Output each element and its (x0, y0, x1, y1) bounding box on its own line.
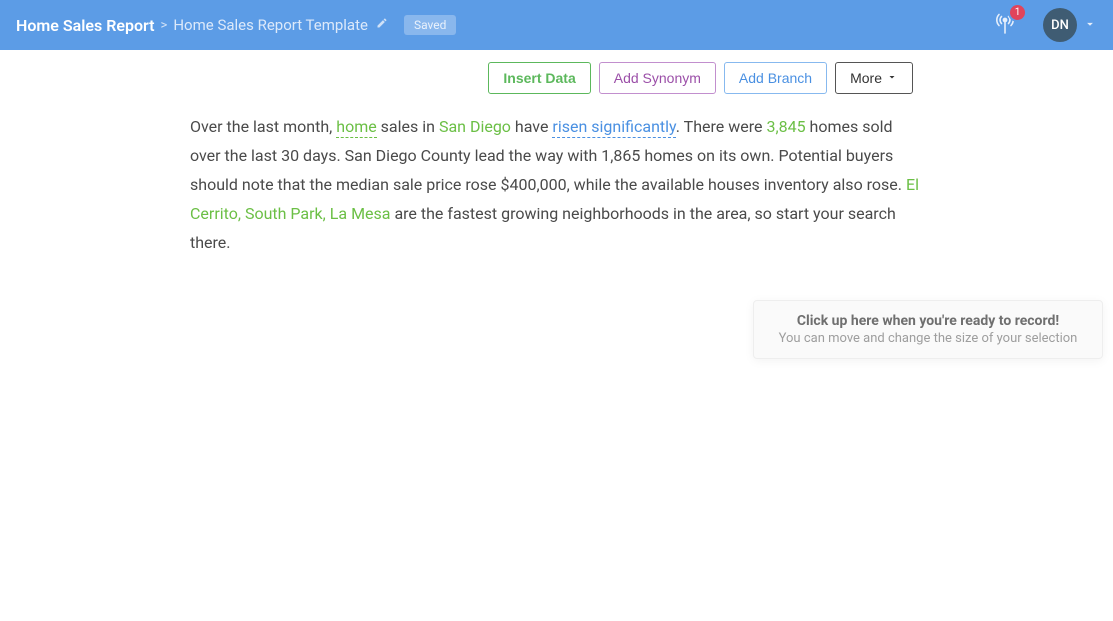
breadcrumb: Home Sales Report > Home Sales Report Te… (16, 15, 456, 35)
insert-data-button[interactable]: Insert Data (488, 62, 590, 94)
text-run: sales in (377, 117, 439, 136)
avatar[interactable]: DN (1043, 8, 1077, 42)
hint-title: Click up here when you're ready to recor… (770, 313, 1086, 329)
editor-toolbar: Insert Data Add Synonym Add Branch More (0, 50, 1113, 104)
breadcrumb-root[interactable]: Home Sales Report (16, 16, 155, 35)
add-synonym-button[interactable]: Add Synonym (599, 62, 716, 94)
saved-badge: Saved (404, 15, 456, 35)
data-token-count[interactable]: 3,845 (766, 117, 805, 136)
more-button[interactable]: More (835, 62, 913, 94)
recording-hint-tooltip: Click up here when you're ready to recor… (753, 300, 1103, 359)
broadcast-button[interactable]: 1 (993, 11, 1017, 39)
antenna-icon (993, 20, 1017, 39)
text-run: . There were (676, 117, 767, 136)
notification-badge: 1 (1010, 5, 1025, 20)
text-run: Over the last month, (190, 117, 336, 136)
pencil-icon[interactable] (376, 17, 388, 33)
more-label: More (850, 70, 882, 86)
document-body[interactable]: Over the last month, home sales in San D… (0, 104, 1113, 257)
data-token-san-diego[interactable]: San Diego (439, 117, 511, 136)
synonym-token-home[interactable]: home (336, 117, 376, 138)
branch-token-risen[interactable]: risen significantly (552, 117, 675, 138)
breadcrumb-current[interactable]: Home Sales Report Template (173, 16, 368, 34)
chevron-down-icon (886, 71, 898, 86)
add-branch-button[interactable]: Add Branch (724, 62, 827, 94)
chevron-down-icon[interactable] (1083, 16, 1097, 35)
app-header: Home Sales Report > Home Sales Report Te… (0, 0, 1113, 50)
hint-subtitle: You can move and change the size of your… (770, 331, 1086, 346)
text-run: have (511, 117, 552, 136)
breadcrumb-separator: > (161, 18, 168, 33)
